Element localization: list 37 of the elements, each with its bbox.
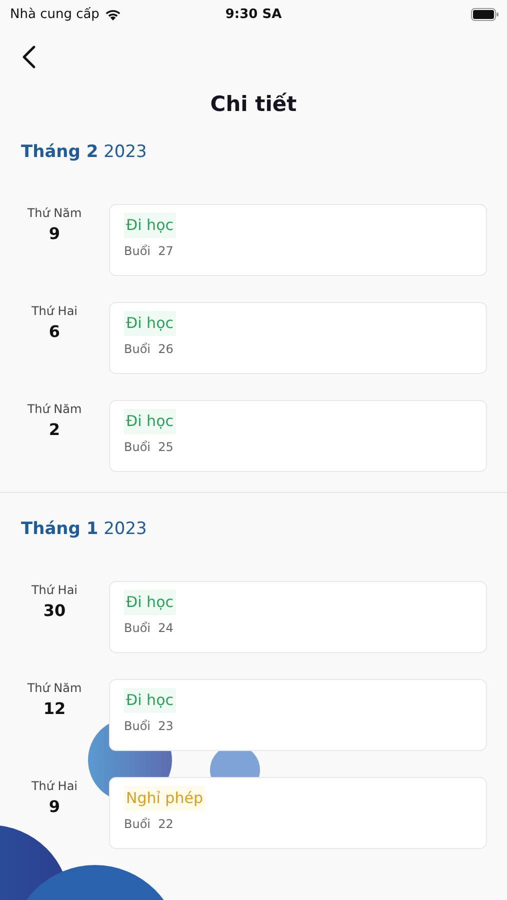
status-label: Đi học [124,409,176,434]
weekday-label: Thứ Năm [27,681,82,695]
session-label: Buổi 24 [124,621,174,635]
weekday-label: Thứ Năm [27,206,82,220]
weekday-label: Thứ Năm [27,402,82,416]
attendance-card[interactable]: Đi học Buổi 25 [109,400,487,472]
status-label: Đi học [124,590,176,615]
weekday-label: Thứ Hai [31,779,78,793]
attendance-card[interactable]: Đi học Buổi 23 [109,679,487,751]
carrier-name: Nhà cung cấp [10,6,100,22]
page-title: Chi tiết [209,92,298,116]
status-label: Nghỉ phép [124,786,205,811]
status-label: Đi học [124,311,176,336]
month-heading: Tháng 2 2023 [20,142,148,162]
attendance-card[interactable]: Đi học Buổi 27 [109,204,487,276]
attendance-card[interactable]: Đi học Buổi 24 [109,581,487,653]
day-number: 2 [48,420,60,439]
session-label: Buổi 25 [124,440,174,454]
battery-icon [471,8,499,20]
status-label: Đi học [124,213,176,238]
attendance-card[interactable]: Nghỉ phép Buổi 22 [109,777,487,849]
clock-time: 9:30 SA [225,6,282,22]
session-label: Buổi 22 [124,817,174,831]
session-label: Buổi 26 [124,342,174,356]
day-number: 12 [43,699,66,718]
wifi-icon [104,8,122,20]
day-number: 9 [48,224,60,243]
weekday-label: Thứ Hai [31,583,78,597]
day-number: 6 [48,322,60,341]
session-label: Buổi 27 [124,244,174,258]
attendance-card[interactable]: Đi học Buổi 26 [109,302,487,374]
day-number: 30 [43,601,66,620]
weekday-label: Thứ Hai [31,304,78,318]
month-heading: Tháng 1 2023 [20,519,148,539]
session-label: Buổi 23 [124,719,174,733]
status-label: Đi học [124,688,176,713]
day-number: 9 [48,797,60,816]
